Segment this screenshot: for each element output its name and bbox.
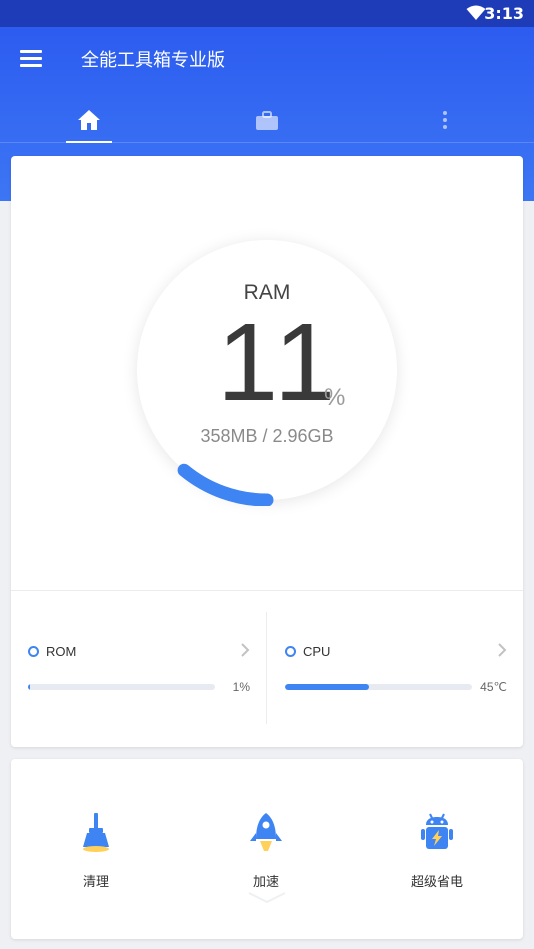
- tab-more[interactable]: [420, 97, 470, 143]
- wifi-icon: [466, 5, 486, 20]
- clean-label: 清理: [82, 875, 109, 890]
- status-card: RAM 11 % 358MB / 2.96GB ROM 1% CPU 45℃: [11, 156, 523, 747]
- broom-icon: [83, 813, 109, 852]
- speed-up-label: 加速: [252, 875, 279, 890]
- ram-usage-text: 358MB / 2.96GB: [200, 426, 334, 446]
- android-battery-icon: [421, 813, 453, 849]
- cpu-dot-icon: [285, 646, 296, 657]
- more-vertical-icon: [443, 111, 447, 129]
- actions-card: 清理 加速 超级省电: [11, 759, 523, 939]
- rom-value: 1%: [232, 680, 250, 694]
- tab-home[interactable]: [64, 97, 114, 143]
- menu-icon[interactable]: [20, 50, 42, 68]
- rom-metric[interactable]: ROM 1%: [28, 636, 250, 696]
- cpu-progress-fill: [285, 684, 370, 690]
- cpu-progress-bar: [285, 684, 472, 690]
- ram-percent-unit: %: [324, 384, 346, 411]
- rom-progress-fill: [28, 684, 30, 690]
- divider: [266, 612, 267, 724]
- ram-percent-value: 11: [217, 301, 340, 424]
- tab-bar: [0, 97, 534, 143]
- rom-progress-bar: [28, 684, 215, 690]
- briefcase-icon: [256, 110, 278, 130]
- clean-button[interactable]: 清理: [41, 811, 151, 901]
- cpu-value: 45℃: [480, 680, 507, 694]
- chevron-right-icon: [241, 643, 250, 657]
- rom-label: ROM: [46, 644, 77, 659]
- divider: [11, 590, 523, 591]
- app-title: 全能工具箱专业版: [81, 50, 225, 71]
- chevron-down-icon[interactable]: [247, 891, 287, 905]
- speed-up-button[interactable]: 加速: [211, 811, 321, 901]
- status-bar: 3:13: [0, 0, 534, 27]
- chevron-right-icon: [498, 643, 507, 657]
- power-save-button[interactable]: 超级省电: [382, 811, 492, 901]
- cpu-metric[interactable]: CPU 45℃: [285, 636, 507, 696]
- home-icon: [78, 110, 100, 130]
- rom-dot-icon: [28, 646, 39, 657]
- power-save-label: 超级省电: [410, 875, 463, 890]
- tab-tools[interactable]: [242, 97, 292, 143]
- status-time: 3:13: [484, 4, 524, 23]
- cpu-label: CPU: [303, 644, 331, 659]
- rocket-icon: [250, 813, 282, 851]
